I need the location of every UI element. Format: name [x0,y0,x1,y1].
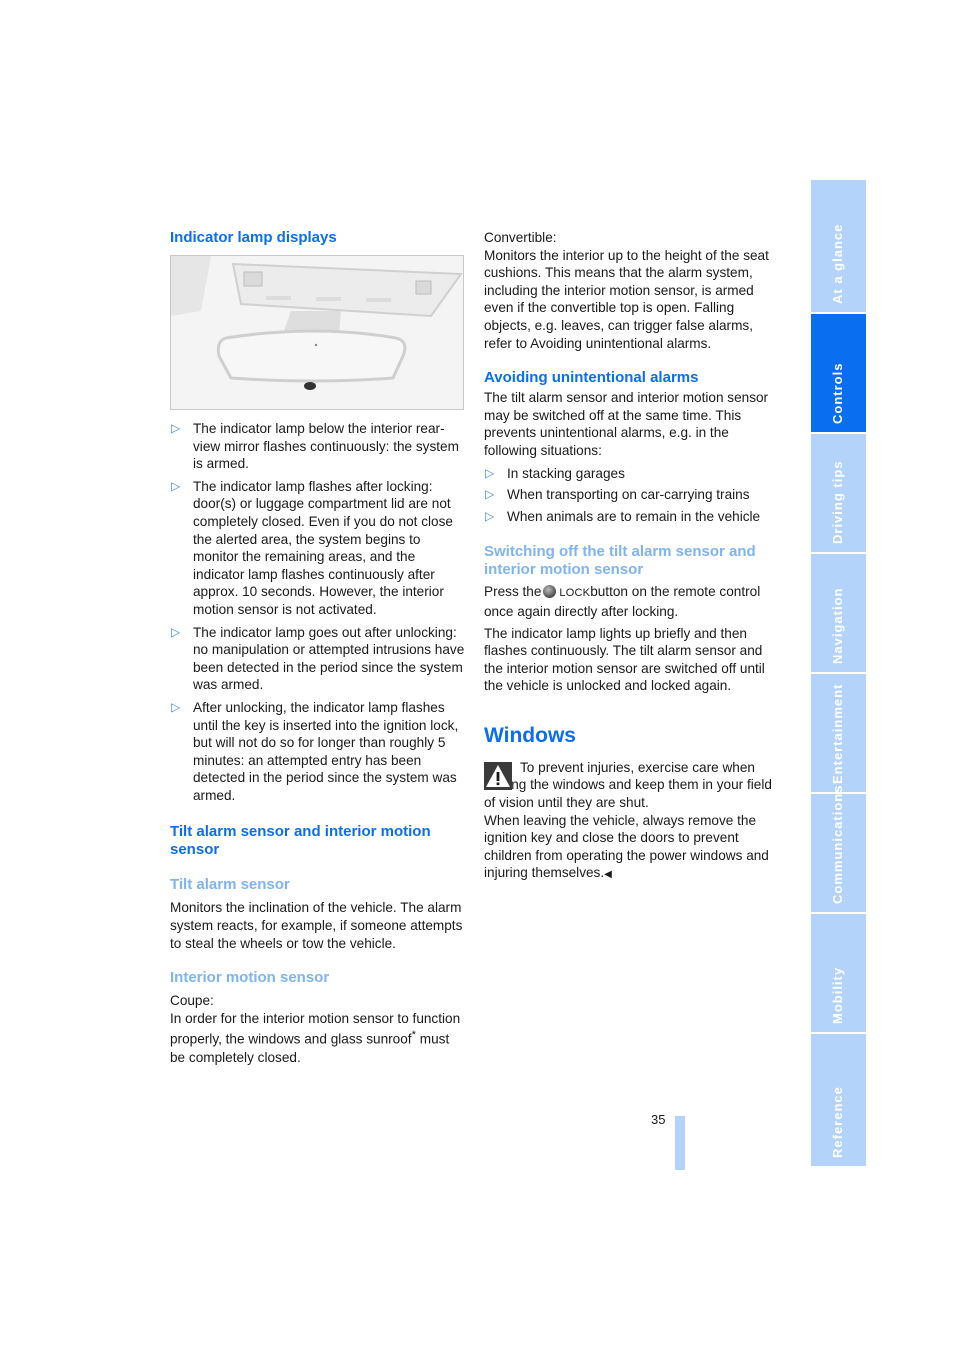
tab-driving-tips[interactable]: Driving tips [811,434,866,552]
avoiding-bullet-list: ▷ In stacking garages ▷ When transporting … [484,465,780,526]
bullet-triangle-icon: ▷ [171,699,181,714]
tab-navigation[interactable]: Navigation [811,554,866,672]
list-item: ▷ After unlocking, the indicator lamp fla… [171,699,459,803]
warning-text: To prevent injuries, exercise care when … [484,759,772,811]
tab-entertainment[interactable]: Entertainment [811,674,866,792]
left-column: Indicator lamp displays ▷ The indicator l… [170,229,466,1066]
tab-communications[interactable]: Communications [811,785,866,912]
end-of-warning-icon: ◀ [604,869,612,881]
remote-lock-button-icon [543,585,557,599]
right-column: Convertible: Monitors the interior up to… [484,229,780,884]
avoiding-description: The tilt alarm sensor and interior motio… [484,390,769,458]
list-item: ▷ The indicator lamp goes out after unloc… [171,624,465,693]
bullet-triangle-icon: ▷ [485,465,495,480]
rearview-mirror-illustration [170,255,464,410]
bullet-triangle-icon: ▷ [171,421,181,435]
warning-triangle-icon [484,761,512,790]
switching-description: The indicator lamp lights up briefly and… [484,625,765,694]
list-item: ▷ In stacking garages [485,465,625,481]
windows-warning: To prevent injuries, exercise care when … [484,759,780,812]
tab-controls[interactable]: Controls [811,314,866,432]
indicator-bullet-list: ▷ The indicator lamp below the interior r… [170,420,466,804]
subheading-switching-off-sensors: Switching off the tilt alarm sensor and … [484,543,756,579]
tab-reference[interactable]: Reference [811,1034,866,1166]
heading-indicator-lamp-displays: Indicator lamp displays [170,229,337,246]
bullet-triangle-icon: ▷ [171,478,181,493]
coupe-description: In order for the interior motion sensor … [170,1010,461,1065]
heading-windows: Windows [484,723,576,747]
subheading-tilt-alarm-sensor: Tilt alarm sensor [170,876,290,894]
list-item: ▷ The indicator lamp below the interior r… [171,421,459,472]
list-item: ▷ When transporting on car-carrying train… [485,487,750,503]
convertible-label: Convertible: [484,230,557,245]
coupe-label: Coupe: [170,993,214,1009]
bullet-triangle-icon: ▷ [485,508,495,523]
convertible-description: Monitors the interior up to the height o… [484,247,769,351]
mirror-drawing [171,256,463,409]
optional-equipment-star: * [411,1029,416,1042]
heading-avoiding-unintentional-alarms: Avoiding unintentional alarms [484,369,699,387]
tab-mobility[interactable]: Mobility [811,914,866,1032]
page-marker-bar [675,1116,685,1170]
list-item: ▷ When animals are to remain in the vehic… [485,508,761,524]
tilt-alarm-description: Monitors the inclination of the vehicle.… [170,900,463,951]
heading-tilt-alarm-and-interior-motion: Tilt alarm sensor and interior motion se… [170,823,431,859]
list-item: ▷ The indicator lamp flashes after lockin… [171,478,453,617]
subheading-interior-motion-sensor: Interior motion sensor [170,969,330,987]
bullet-triangle-icon: ▷ [171,624,181,639]
windows-description: When leaving the vehicle, always remove … [484,812,769,881]
tab-at-a-glance[interactable]: At a glance [811,180,866,312]
chapter-tabs: At a glance Controls Driving tips Naviga… [811,180,866,1168]
lock-label: LOCK [559,587,591,600]
press-lock-instruction: Press the LOCKbutton on the remote contro… [484,584,761,619]
bullet-triangle-icon: ▷ [485,487,495,502]
page-number: 35 [651,1112,666,1127]
